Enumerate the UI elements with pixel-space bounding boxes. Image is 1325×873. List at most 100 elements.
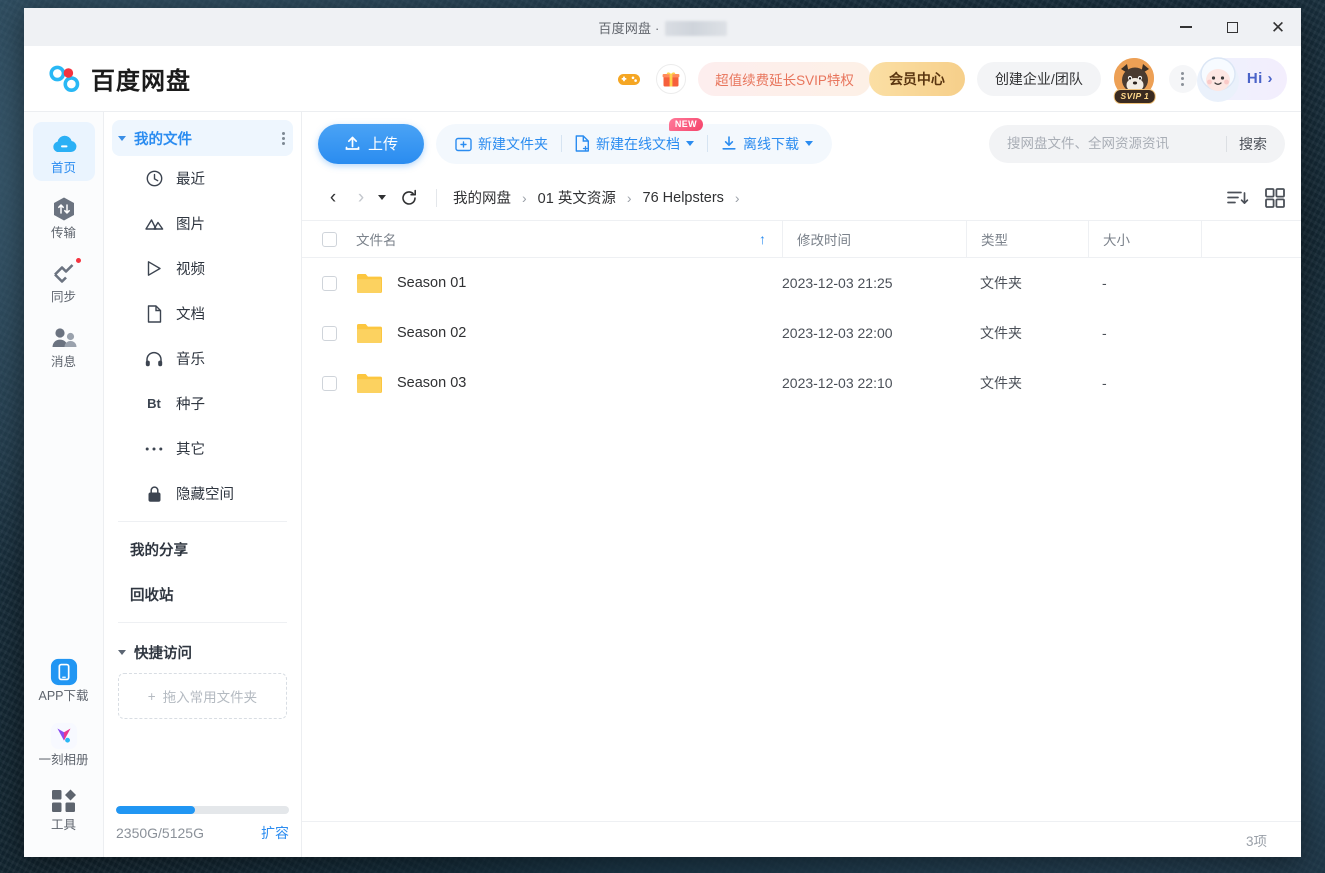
dot — [282, 142, 285, 145]
ellipsis-glyph — [145, 446, 163, 452]
row-name-cell: Season 03 — [356, 372, 782, 394]
minimize-button[interactable] — [1163, 8, 1209, 46]
sort-list-icon[interactable] — [1227, 189, 1249, 207]
column-header-name[interactable]: 文件名 ↑ — [356, 229, 782, 249]
quick-access-header[interactable]: 快捷访问 — [112, 628, 293, 673]
vip-center-button[interactable]: 会员中心 — [869, 62, 965, 96]
rail-item-transfer[interactable]: 传输 — [33, 187, 95, 246]
game-controller-icon[interactable] — [614, 64, 644, 94]
maximize-button[interactable] — [1209, 8, 1255, 46]
upload-label: 上传 — [368, 133, 398, 154]
tree-item-hidden-space[interactable]: 隐藏空间 — [112, 471, 293, 516]
brand-logo[interactable]: 百度网盘 — [48, 61, 191, 96]
vip-center-label: 会员中心 — [889, 69, 945, 89]
tree-item-documents[interactable]: 文档 — [112, 291, 293, 336]
tree-root-my-files[interactable]: 我的文件 — [112, 120, 293, 156]
sync-glyph — [51, 261, 77, 285]
greeting-button[interactable]: Hi › — [1203, 58, 1287, 100]
clock-icon — [144, 169, 164, 189]
row-file-name[interactable]: Season 03 — [397, 375, 466, 391]
expand-storage-link[interactable]: 扩容 — [261, 823, 289, 843]
rail-item-app-download[interactable]: APP下载 — [33, 650, 95, 709]
table-row[interactable]: Season 01 2023-12-03 21:25 文件夹 - — [302, 258, 1301, 308]
tree-item-music[interactable]: 音乐 — [112, 336, 293, 381]
plus-icon: + — [148, 689, 156, 704]
rail-item-sync[interactable]: 同步 — [33, 251, 95, 310]
tree-item-my-shares[interactable]: 我的分享 — [112, 527, 293, 572]
back-button[interactable]: ‹ — [320, 185, 346, 211]
window-controls: ✕ — [1163, 8, 1301, 46]
tree-item-images[interactable]: 图片 — [112, 201, 293, 246]
toolbar-actions-group: 新建文件夹 NEW 新建在线文档 — [436, 124, 832, 164]
refresh-button[interactable] — [396, 185, 422, 211]
row-file-name[interactable]: Season 01 — [397, 275, 466, 291]
document-glyph — [147, 305, 162, 323]
upload-button[interactable]: 上传 — [318, 124, 424, 164]
chevron-down-icon — [118, 650, 126, 655]
rail-item-message[interactable]: 消息 — [33, 316, 95, 375]
tree-item-torrent[interactable]: Bt 种子 — [112, 381, 293, 426]
app-header: 百度网盘 — [24, 46, 1301, 112]
tree-divider — [118, 521, 287, 522]
grid-view-icon[interactable] — [1265, 188, 1285, 208]
view-toggle-group — [1227, 188, 1285, 208]
row-file-name[interactable]: Season 02 — [397, 325, 466, 341]
tree-item-videos[interactable]: 视频 — [112, 246, 293, 291]
storage-bar — [116, 806, 289, 814]
window-title-separator: · — [655, 21, 660, 36]
tools-icon — [50, 787, 78, 815]
row-modified: 2023-12-03 22:00 — [782, 325, 966, 341]
breadcrumb-item-0[interactable]: 我的网盘 — [453, 185, 511, 210]
select-all-checkbox[interactable] — [322, 232, 337, 247]
tree-item-recycle-bin[interactable]: 回收站 — [112, 572, 293, 617]
rail-bottom-group: APP下载 一刻相册 — [33, 650, 95, 858]
baidu-netdisk-logo-icon — [48, 62, 82, 96]
column-header-type[interactable]: 类型 — [966, 220, 1088, 258]
row-name-cell: Season 02 — [356, 322, 782, 344]
forward-button[interactable]: › — [348, 185, 374, 211]
offline-download-button[interactable]: 离线下载 — [708, 127, 826, 161]
clock-glyph — [146, 170, 163, 187]
rail-item-tools[interactable]: 工具 — [33, 779, 95, 838]
new-feature-badge: NEW — [669, 118, 703, 131]
svip-promo-text: 超值续费延长SVIP特权 — [715, 69, 854, 89]
tree-item-other[interactable]: 其它 — [112, 426, 293, 471]
tree-item-recent[interactable]: 最近 — [112, 156, 293, 201]
table-header: 文件名 ↑ 修改时间 类型 大小 — [302, 220, 1301, 258]
create-team-button[interactable]: 创建企业/团队 — [977, 62, 1101, 96]
sync-notification-badge — [75, 257, 82, 264]
row-type: 文件夹 — [966, 373, 1088, 393]
close-button[interactable]: ✕ — [1255, 8, 1301, 46]
breadcrumb-item-1[interactable]: 01 英文资源 — [538, 185, 616, 210]
window-title-text: 百度网盘 — [598, 21, 651, 36]
table-row[interactable]: Season 02 2023-12-03 22:00 文件夹 - — [302, 308, 1301, 358]
phone-icon — [50, 658, 78, 686]
user-avatar[interactable]: SVIP 1 — [1113, 57, 1157, 101]
tree-label-hidden-space: 隐藏空间 — [176, 483, 234, 504]
history-dropdown-icon[interactable] — [378, 195, 386, 200]
breadcrumb-item-2[interactable]: 76 Helpsters — [643, 188, 724, 208]
row-checkbox[interactable] — [322, 276, 337, 291]
svip-promo-banner[interactable]: 超值续费延长SVIP特权 — [698, 62, 871, 96]
rail-item-photo-album[interactable]: 一刻相册 — [33, 714, 95, 773]
row-type: 文件夹 — [966, 323, 1088, 343]
svip-level-badge: SVIP 1 — [1114, 89, 1157, 104]
row-checkbox[interactable] — [322, 326, 337, 341]
table-row[interactable]: Season 03 2023-12-03 22:10 文件夹 - — [302, 358, 1301, 408]
row-checkbox[interactable] — [322, 376, 337, 391]
rail-label-transfer: 传输 — [51, 227, 76, 240]
dot — [1181, 72, 1184, 75]
rail-item-home[interactable]: 首页 — [33, 122, 95, 181]
column-header-modified[interactable]: 修改时间 — [782, 220, 966, 258]
new-folder-button[interactable]: 新建文件夹 — [442, 127, 561, 161]
search-button[interactable]: 搜索 — [1239, 134, 1279, 154]
gift-icon[interactable] — [656, 64, 686, 94]
search-input[interactable] — [1007, 136, 1222, 151]
new-online-doc-button[interactable]: NEW 新建在线文档 — [562, 127, 707, 161]
nav-rail: 首页 传输 — [24, 112, 104, 857]
tree-root-more-icon[interactable] — [282, 132, 285, 145]
butterfly-icon — [50, 722, 78, 750]
quick-access-dropzone[interactable]: + 拖入常用文件夹 — [118, 673, 287, 719]
column-header-size[interactable]: 大小 — [1088, 220, 1201, 258]
cloud-glyph — [50, 133, 78, 155]
